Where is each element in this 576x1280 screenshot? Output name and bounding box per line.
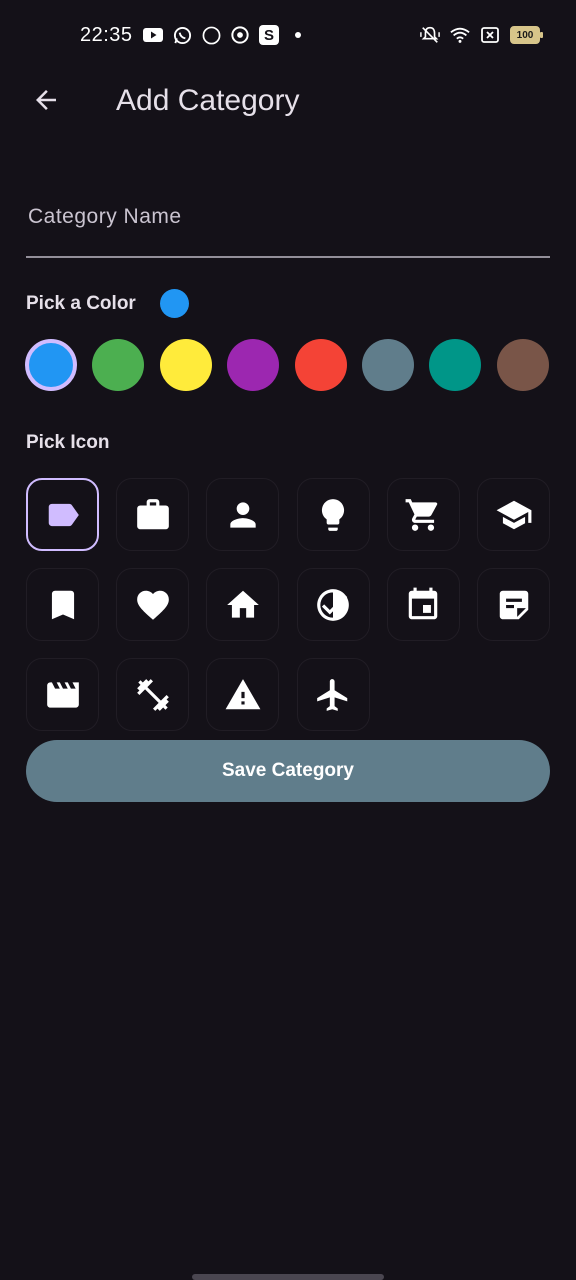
- movie-icon: [44, 676, 82, 714]
- box-x-icon: [480, 25, 500, 45]
- color-swatch-brown[interactable]: [496, 339, 549, 391]
- shopping-cart-icon: [404, 496, 442, 534]
- status-bar: 22:35 S 100: [0, 0, 576, 72]
- category-name-input[interactable]: [26, 198, 554, 236]
- icon-option-home[interactable]: [206, 568, 280, 641]
- arrow-back-icon: [31, 85, 61, 120]
- check-circle-icon: [314, 586, 352, 624]
- fitness-icon: [134, 676, 172, 714]
- icon-option-label[interactable]: [26, 478, 99, 551]
- back-button[interactable]: [22, 78, 70, 126]
- page-title: Add Category: [116, 84, 300, 117]
- status-time: 22:35: [80, 24, 133, 46]
- label-icon: [44, 496, 82, 534]
- icon-option-movie[interactable]: [26, 658, 99, 731]
- app-bar: Add Category: [0, 72, 576, 132]
- category-name-field-container: [26, 182, 554, 258]
- whatsapp-icon: [172, 25, 192, 45]
- dot-icon: [288, 25, 308, 45]
- color-swatch-red[interactable]: [294, 339, 347, 391]
- color-swatch-purple[interactable]: [227, 339, 280, 391]
- sb-icon: [201, 25, 221, 45]
- bookmark-icon: [44, 586, 82, 624]
- system-icons: 100: [420, 25, 543, 45]
- icon-option-favorite[interactable]: [116, 568, 190, 641]
- youtube-icon: [143, 25, 163, 45]
- notification-icons: S: [143, 25, 308, 45]
- work-icon: [134, 496, 172, 534]
- icon-option-work[interactable]: [116, 478, 190, 551]
- icon-option-bookmark[interactable]: [26, 568, 99, 641]
- color-swatch-row: [25, 339, 550, 391]
- warning-icon: [224, 676, 262, 714]
- color-swatch-blue[interactable]: [25, 339, 77, 391]
- save-category-button[interactable]: Save Category: [26, 740, 550, 802]
- color-swatch-green[interactable]: [92, 339, 145, 391]
- icon-option-fitness[interactable]: [116, 658, 190, 731]
- home-indicator: [192, 1274, 384, 1280]
- pick-icon-label: Pick Icon: [26, 432, 110, 453]
- icon-option-event[interactable]: [386, 568, 460, 641]
- flight-icon: [314, 676, 352, 714]
- chrome-icon: [230, 25, 250, 45]
- icon-option-check-circle[interactable]: [296, 568, 370, 641]
- home-icon: [224, 586, 262, 624]
- wifi-icon: [450, 25, 470, 45]
- school-icon: [495, 496, 533, 534]
- color-swatch-teal[interactable]: [429, 339, 482, 391]
- icon-option-warning[interactable]: [206, 658, 280, 731]
- sticky-note-icon: [495, 586, 533, 624]
- icon-option-flight[interactable]: [296, 658, 370, 731]
- color-swatch-yellow[interactable]: [159, 339, 212, 391]
- icon-option-person[interactable]: [206, 478, 280, 551]
- mute-vibrate-icon: [420, 25, 440, 45]
- pick-color-label: Pick a Color: [26, 293, 136, 314]
- icon-option-sticky-note[interactable]: [477, 568, 550, 641]
- color-swatch-blue-grey[interactable]: [362, 339, 414, 391]
- lightbulb-icon: [314, 496, 352, 534]
- person-icon: [224, 496, 262, 534]
- battery-icon: 100: [510, 26, 543, 44]
- event-icon: [404, 586, 442, 624]
- icon-option-shopping-cart[interactable]: [386, 478, 460, 551]
- s-app-icon: S: [259, 25, 279, 45]
- selected-color-preview: [160, 289, 189, 318]
- icon-option-lightbulb[interactable]: [296, 478, 370, 551]
- icon-option-school[interactable]: [477, 478, 550, 551]
- favorite-icon: [134, 586, 172, 624]
